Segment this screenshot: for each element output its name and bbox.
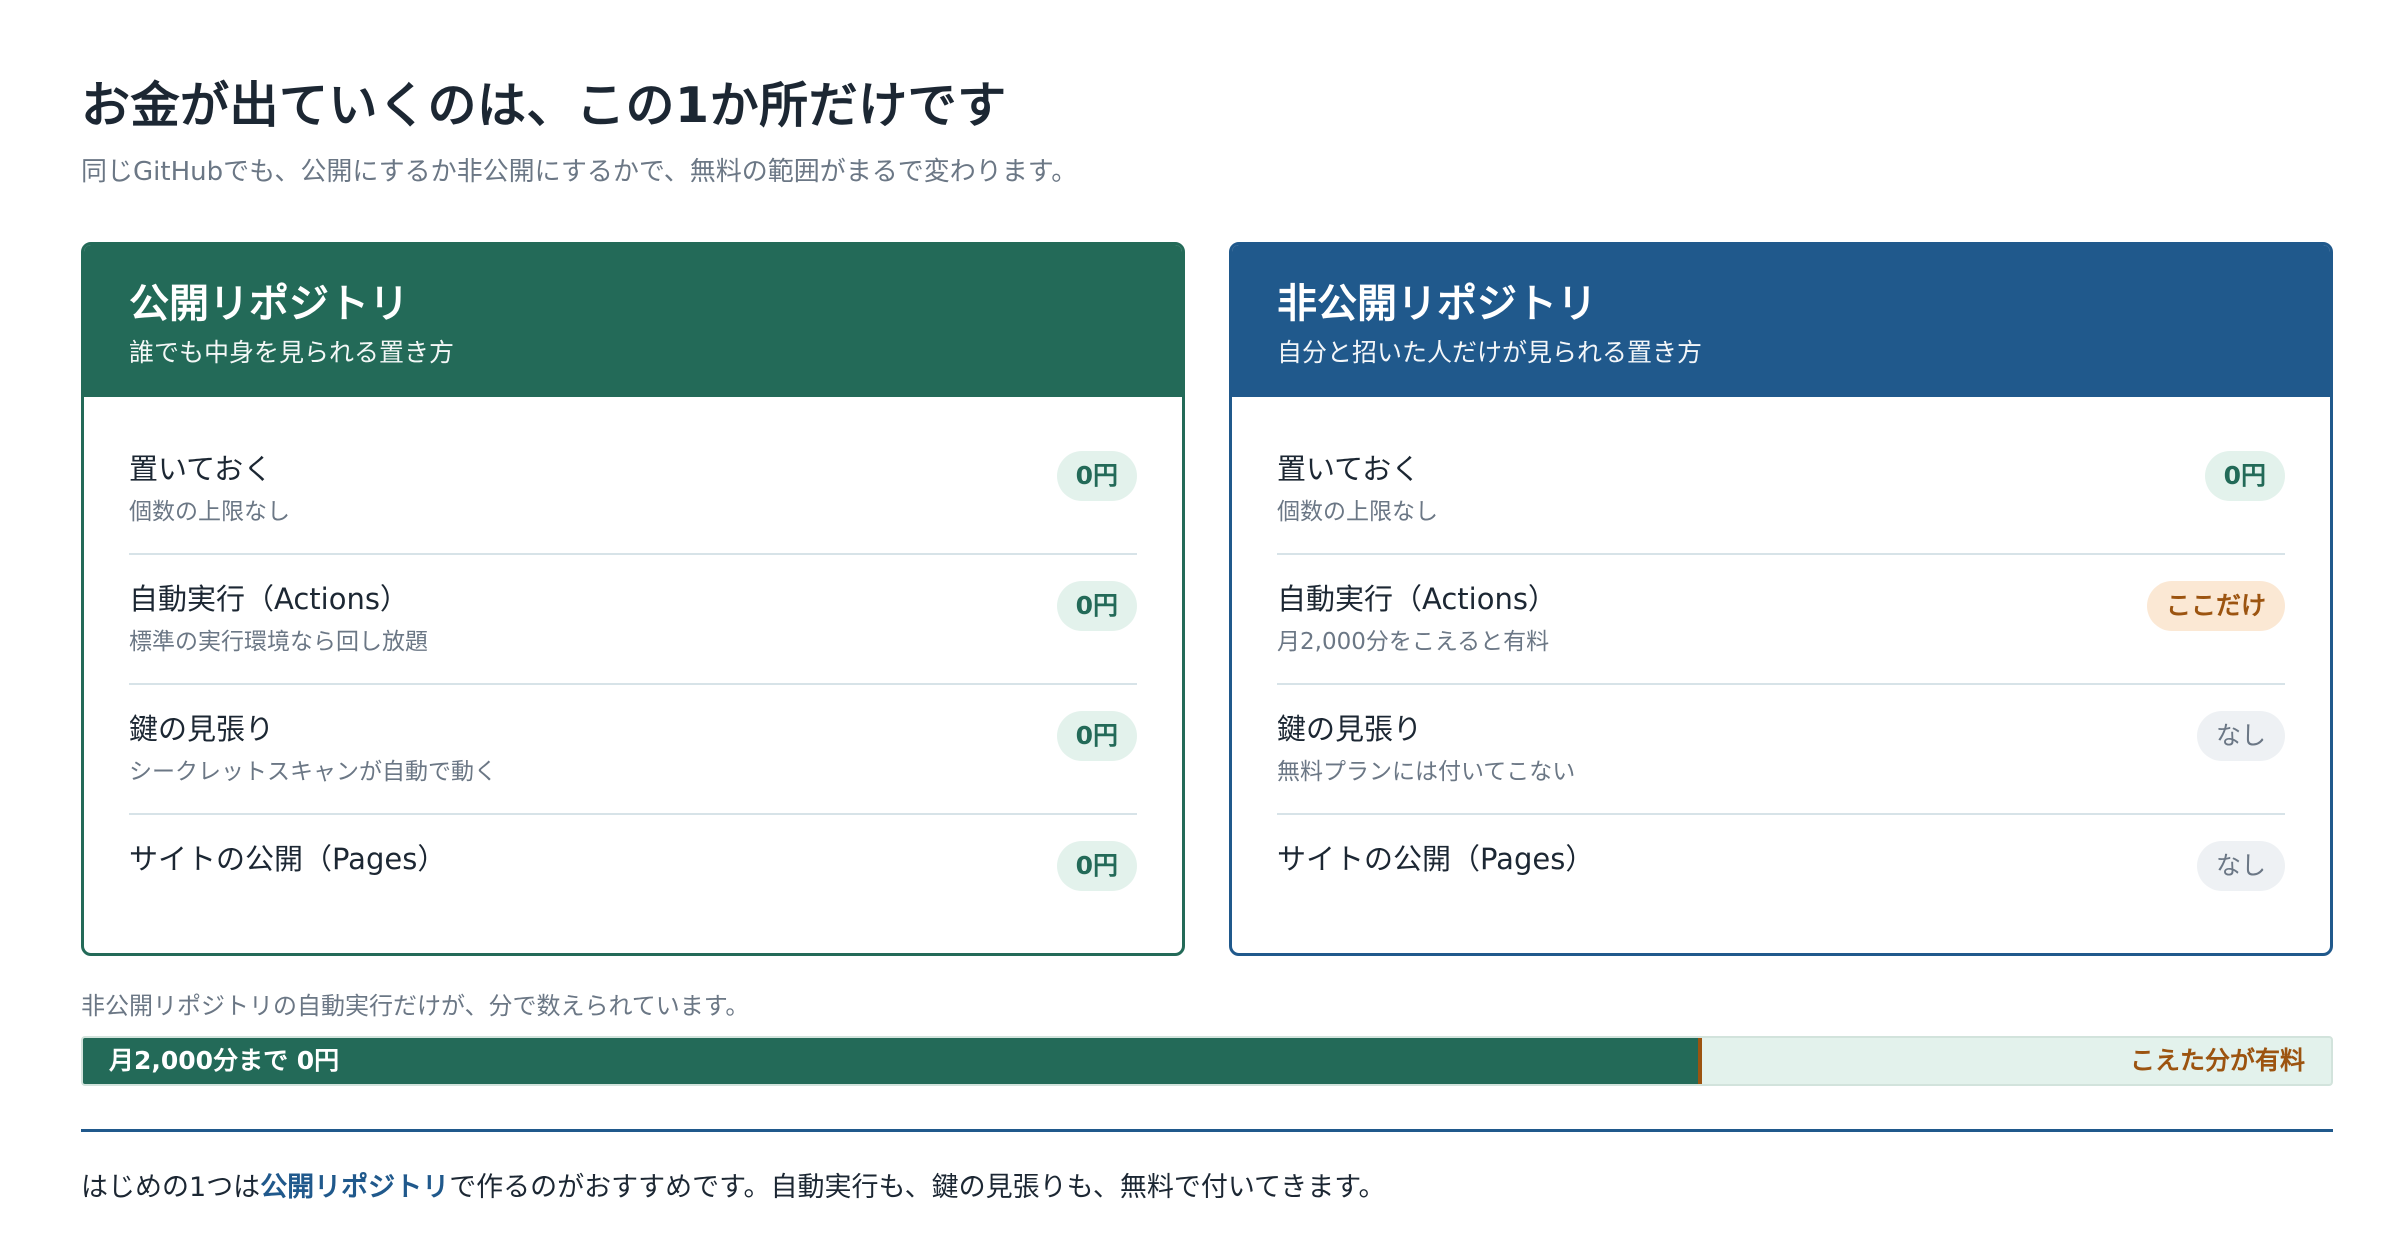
meter-caption: 非公開リポジトリの自動実行だけが、分で数えられています。 (81, 992, 750, 1020)
actions-minutes-meter: 月2,000分まで 0円 こえた分が有料 (81, 1036, 2333, 1086)
public-card-title: 公開リポジトリ (129, 281, 409, 327)
comparison-cards: 公開リポジトリ 誰でも中身を見られる置き方 置いておく 個数の上限なし 0円 自… (81, 242, 2333, 956)
meter-free-label: 月2,000分まで 0円 (109, 1046, 340, 1075)
row-note: 標準の実行環境なら回し放題 (129, 629, 428, 655)
footer-text-after: で作るのがおすすめです。自動実行も、鍵の見張りも、無料で付いてきます。 (449, 1172, 1386, 1203)
row-note: 月2,000分をこえると有料 (1277, 629, 1550, 655)
meter-paid-label: こえた分が有料 (2129, 1046, 2305, 1075)
row-text: サイトの公開（Pages） (129, 839, 446, 879)
row-note: 個数の上限なし (1277, 499, 1438, 525)
public-card-header: 公開リポジトリ 誰でも中身を見られる置き方 (84, 245, 1182, 397)
private-card-subtitle: 自分と招いた人だけが見られる置き方 (1277, 338, 1703, 367)
row-note: 無料プランには付いてこない (1277, 759, 1576, 785)
private-card-title: 非公開リポジトリ (1277, 281, 1597, 327)
row-note: シークレットスキャンが自動で動く (129, 759, 497, 785)
divider (81, 1129, 2333, 1132)
price-badge: 0円 (1056, 711, 1137, 761)
row-label: サイトの公開（Pages） (129, 842, 447, 876)
row-text: 自動実行（Actions） 月2,000分をこえると有料 (1277, 579, 1557, 657)
row-text: 鍵の見張り シークレットスキャンが自動で動く (129, 709, 497, 787)
private-row-actions: 自動実行（Actions） 月2,000分をこえると有料 ここだけ (1277, 555, 2285, 685)
page-title: お金が出ていくのは、この1か所だけです (81, 77, 1007, 134)
footer-highlight: 公開リポジトリ (260, 1172, 450, 1203)
paid-badge: ここだけ (2146, 581, 2285, 631)
public-row-storage: 置いておく 個数の上限なし 0円 (129, 425, 1137, 555)
row-text: 置いておく 個数の上限なし (129, 449, 290, 527)
row-text: 鍵の見張り 無料プランには付いてこない (1277, 709, 1575, 787)
row-label: 鍵の見張り (1277, 712, 1423, 746)
row-label: 置いておく (1277, 452, 1421, 486)
public-card-subtitle: 誰でも中身を見られる置き方 (129, 338, 455, 367)
price-badge: 0円 (2204, 451, 2285, 501)
public-row-pages: サイトの公開（Pages） 0円 (129, 815, 1137, 945)
price-badge: 0円 (1056, 581, 1137, 631)
row-label: サイトの公開（Pages） (1277, 842, 1595, 876)
row-label: 自動実行（Actions） (1277, 582, 1557, 616)
row-label: 鍵の見張り (129, 712, 275, 746)
page-subtitle: 同じGitHubでも、公開にするか非公開にするかで、無料の範囲がまるで変わります… (81, 157, 1078, 187)
footer-note: はじめの1つは公開リポジトリで作るのがおすすめです。自動実行も、鍵の見張りも、無… (81, 1168, 1386, 1208)
row-text: 置いておく 個数の上限なし (1277, 449, 1438, 527)
public-row-actions: 自動実行（Actions） 標準の実行環境なら回し放題 0円 (129, 555, 1137, 685)
public-card-rows: 置いておく 個数の上限なし 0円 自動実行（Actions） 標準の実行環境なら… (84, 397, 1182, 945)
private-row-secret-scanning: 鍵の見張り 無料プランには付いてこない なし (1277, 685, 2285, 815)
not-included-badge: なし (2196, 711, 2285, 761)
private-card-rows: 置いておく 個数の上限なし 0円 自動実行（Actions） 月2,000分をこ… (1232, 397, 2330, 945)
private-row-pages: サイトの公開（Pages） なし (1277, 815, 2285, 945)
public-row-secret-scanning: 鍵の見張り シークレットスキャンが自動で動く 0円 (129, 685, 1137, 815)
private-row-storage: 置いておく 個数の上限なし 0円 (1277, 425, 2285, 555)
private-repo-card: 非公開リポジトリ 自分と招いた人だけが見られる置き方 置いておく 個数の上限なし… (1229, 242, 2333, 956)
not-included-badge: なし (2196, 841, 2285, 891)
row-text: 自動実行（Actions） 標準の実行環境なら回し放題 (129, 579, 428, 657)
row-label: 置いておく (129, 452, 273, 486)
page: お金が出ていくのは、この1か所だけです 同じGitHubでも、公開にするか非公開… (0, 0, 2400, 1240)
footer-text-before: はじめの1つは (81, 1172, 261, 1203)
price-badge: 0円 (1056, 451, 1137, 501)
row-text: サイトの公開（Pages） (1277, 839, 1594, 879)
row-label: 自動実行（Actions） (129, 582, 409, 616)
public-repo-card: 公開リポジトリ 誰でも中身を見られる置き方 置いておく 個数の上限なし 0円 自… (81, 242, 1185, 956)
private-card-header: 非公開リポジトリ 自分と招いた人だけが見られる置き方 (1232, 245, 2330, 397)
price-badge: 0円 (1056, 841, 1137, 891)
row-note: 個数の上限なし (129, 499, 290, 525)
